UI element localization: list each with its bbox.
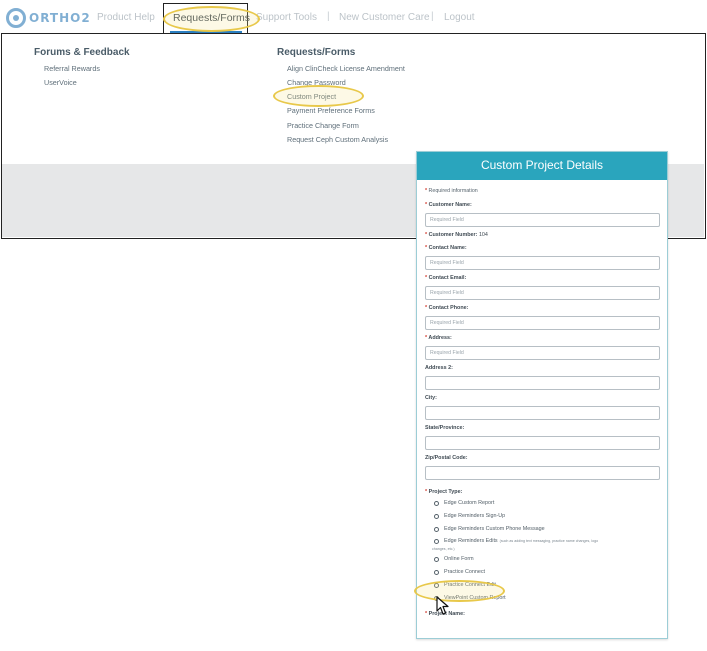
project-name-label: * Project Name: [425,610,465,617]
logo-icon [6,8,26,28]
city-field: City: [425,394,660,420]
form-title: Custom Project Details [417,152,667,180]
project-name-field: * Project Name: [425,610,659,619]
contact-email-label: * Contact Email: [425,275,467,281]
link-uservoice[interactable]: UserVoice [44,78,77,87]
link-request-ceph-custom-analysis[interactable]: Request Ceph Custom Analysis [287,135,388,144]
nav-product-help[interactable]: Product Help [97,12,155,23]
custom-project-form: Custom Project Details * Required inform… [416,151,668,639]
radio-edge-reminders-signup[interactable]: Edge Reminders Sign-Up [425,513,659,526]
highlight-custom-project [273,85,364,107]
customer-name-label: * Customer Name: [425,202,472,208]
nav-separator: | [327,11,330,22]
customer-number-label: * Customer Number: 104 [425,232,488,238]
contact-email-input[interactable]: Required Field [425,286,660,300]
radio-online-form[interactable]: Online Form [425,556,659,569]
state-field: State/Province: [425,424,660,450]
nav-separator: | [431,11,434,22]
highlight-practice-connect [414,580,505,602]
link-payment-preference-forms[interactable]: Payment Preference Forms [287,106,375,115]
requests-forms-title: Requests/Forms [277,47,356,58]
address2-input[interactable] [425,376,660,390]
contact-name-label: * Contact Name: [425,245,467,251]
address-field: * Address: Required Field [425,334,660,360]
city-input[interactable] [425,406,660,420]
customer-name-field: * Customer Name: Required Field [425,201,660,227]
contact-email-field: * Contact Email: Required Field [425,274,660,300]
edits-note-continued: changes, etc.) [432,547,455,552]
state-label: State/Province: [425,425,465,431]
nav-logout[interactable]: Logout [444,12,475,23]
required-info-note: * Required information [425,188,478,194]
address-input[interactable]: Required Field [425,346,660,360]
radio-circle-icon[interactable] [434,539,439,545]
contact-name-input[interactable]: Required Field [425,256,660,270]
logo-text: ORTHO2 [29,11,91,25]
radio-circle-icon[interactable] [434,526,439,532]
radio-edge-custom-report[interactable]: Edge Custom Report [425,500,659,513]
radio-circle-icon[interactable] [434,513,439,519]
top-nav: ORTHO2 Product Help Requests/Forms Suppo… [0,0,707,39]
project-type-label: * Project Type: [425,489,463,495]
customer-name-input[interactable]: Required Field [425,213,660,227]
radio-edge-reminders-custom-phone[interactable]: Edge Reminders Custom Phone Message [425,526,659,539]
contact-phone-input[interactable]: Required Field [425,316,660,330]
link-referral-rewards[interactable]: Referral Rewards [44,64,100,73]
radio-circle-icon[interactable] [434,501,439,506]
radio-circle-icon[interactable] [434,570,439,576]
nav-support-tools[interactable]: Support Tools [256,12,317,23]
radio-circle-icon[interactable] [434,557,439,563]
customer-number-field: * Customer Number: 104 [425,231,659,240]
highlight-requests-forms [163,6,260,32]
link-align-clincheck[interactable]: Align ClinCheck License Amendment [287,64,405,73]
address2-label: Address 2: [425,365,453,371]
nav-new-customer-care[interactable]: New Customer Care [339,12,430,23]
mouse-cursor-icon [436,596,449,615]
zip-input[interactable] [425,466,660,480]
ortho2-logo[interactable]: ORTHO2 [6,7,91,29]
address2-field: Address 2: [425,364,660,390]
zip-field: Zip/Postal Code: [425,454,660,480]
address-label: * Address: [425,335,452,341]
state-input[interactable] [425,436,660,450]
link-practice-change-form[interactable]: Practice Change Form [287,121,359,130]
zip-label: Zip/Postal Code: [425,455,468,461]
contact-phone-field: * Contact Phone: Required Field [425,304,660,330]
contact-name-field: * Contact Name: Required Field [425,244,660,270]
radio-edge-reminders-edits[interactable]: Edge Reminders Edits (such as adding text… [425,538,659,547]
forums-feedback-title: Forums & Feedback [34,47,130,58]
contact-phone-label: * Contact Phone: [425,305,469,311]
city-label: City: [425,395,437,401]
